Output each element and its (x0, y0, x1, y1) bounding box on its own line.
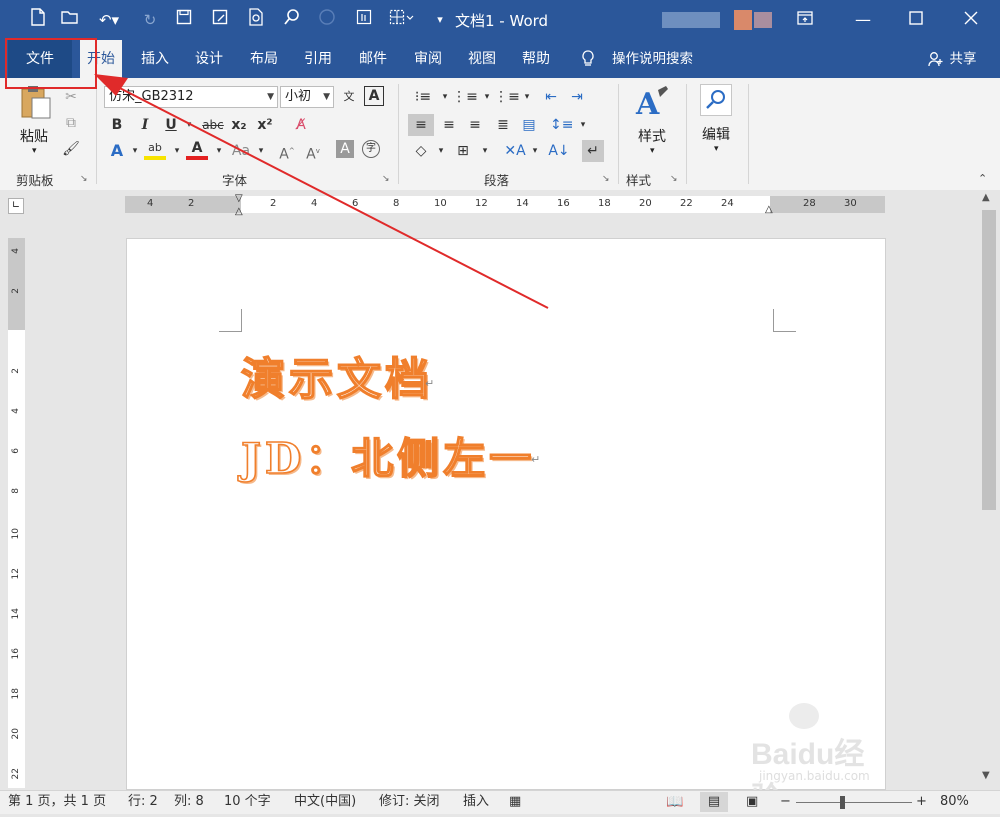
annotation-arrow (94, 74, 549, 309)
